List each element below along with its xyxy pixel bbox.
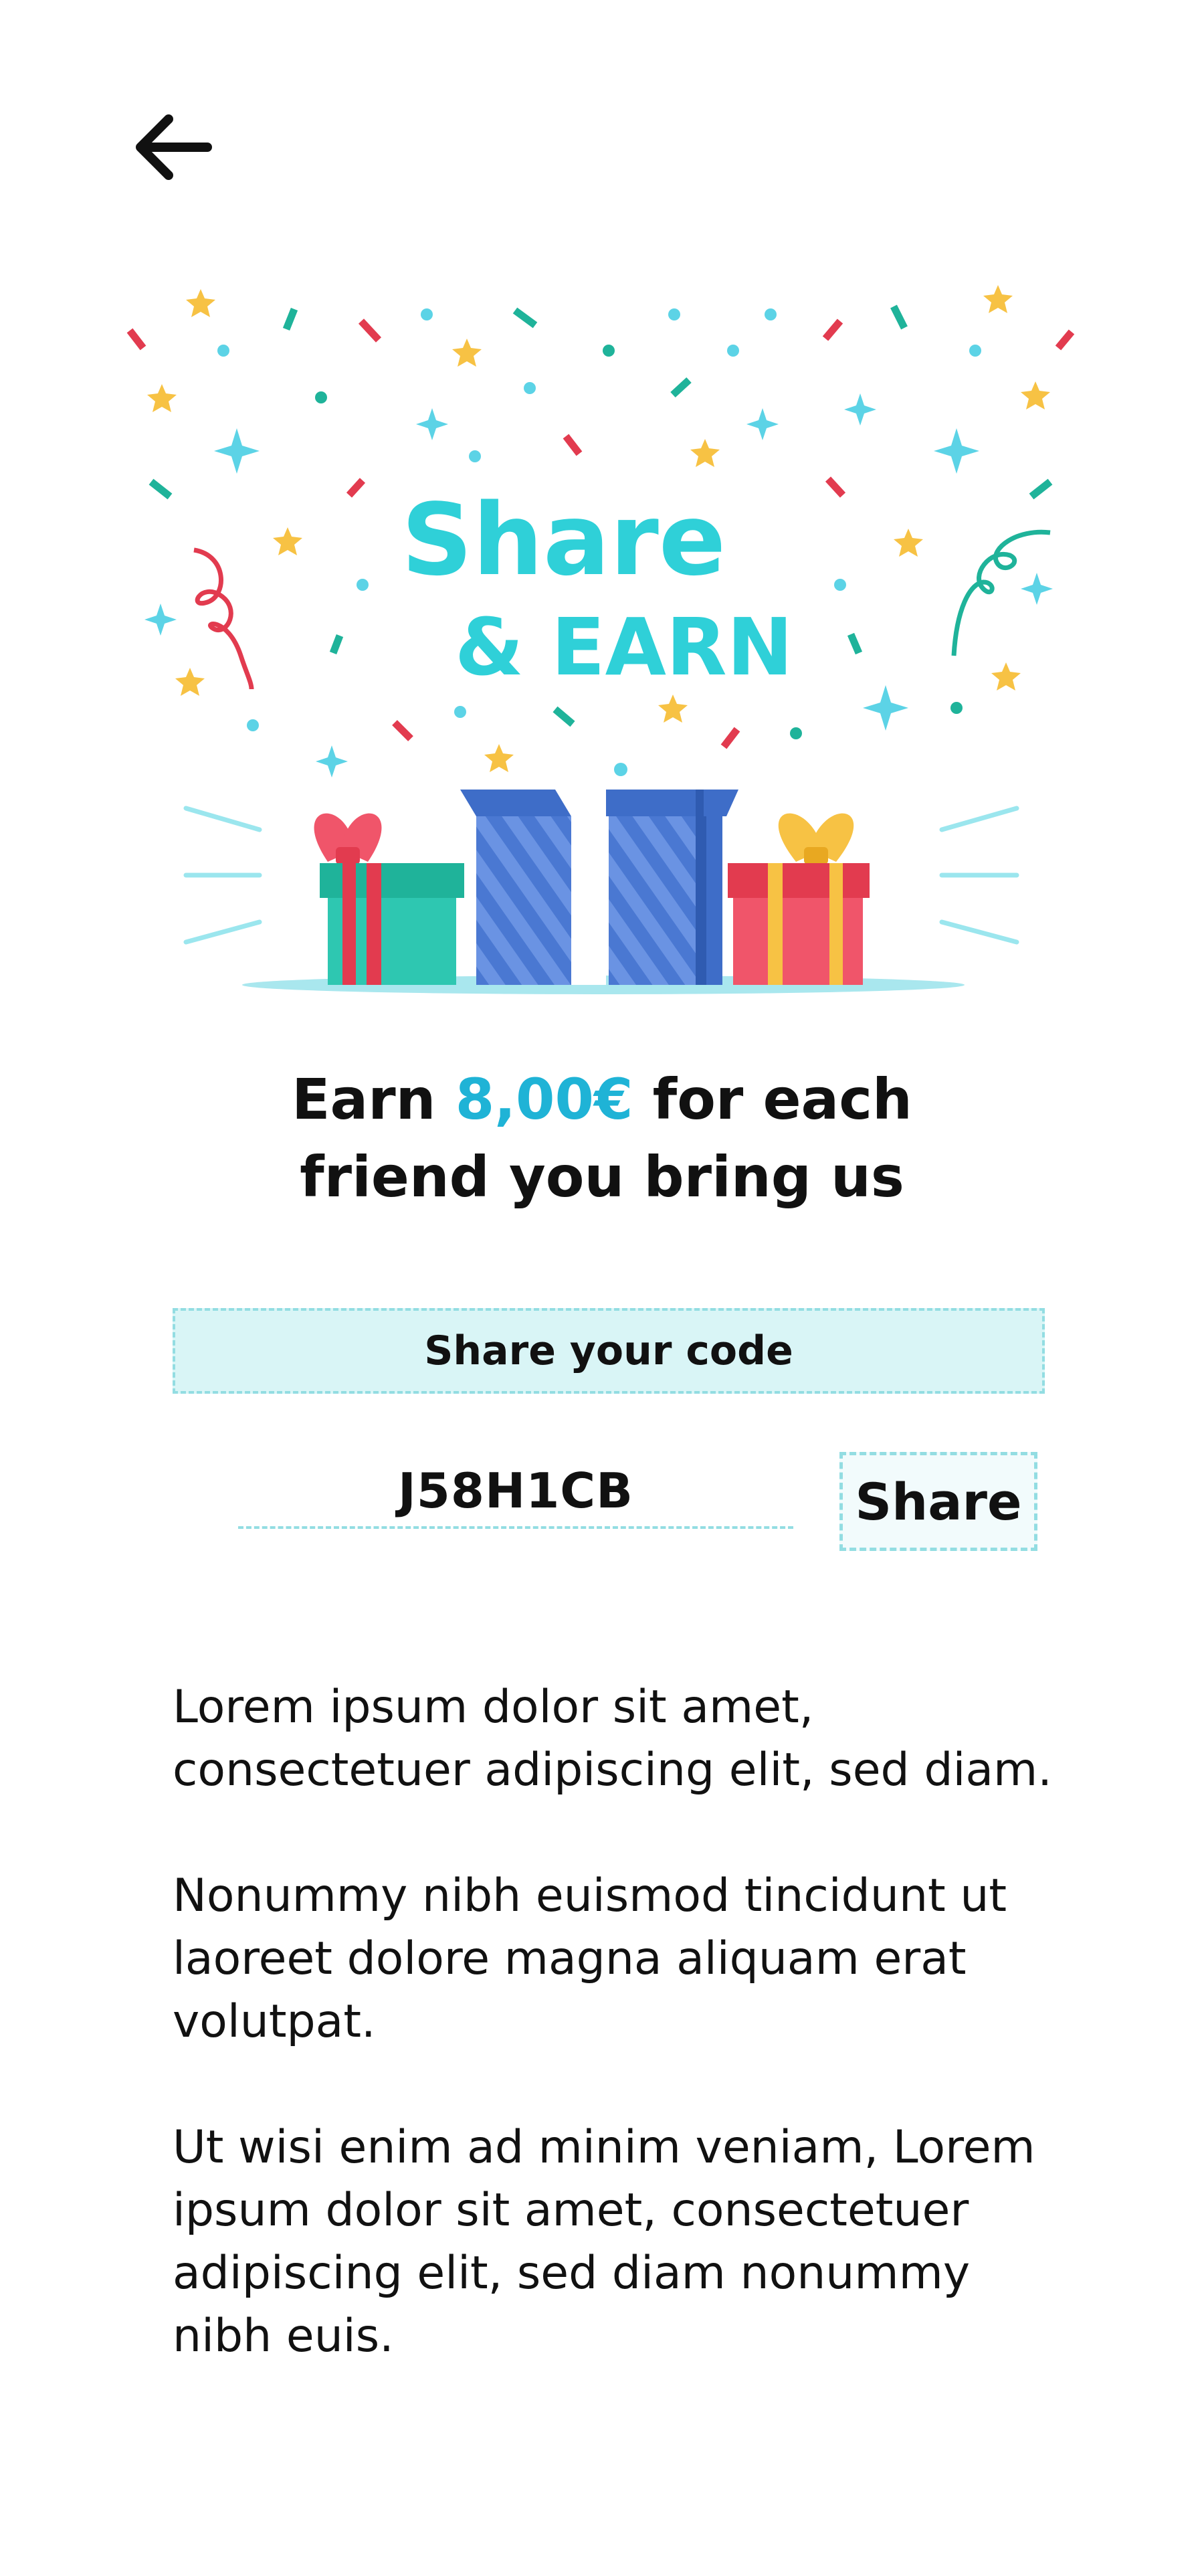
earn-headline: Earn 8,00€ for each friend you bring us [0,1061,1204,1216]
headline-line2: friend you bring us [300,1144,904,1210]
logo-line-earn: & EARN [455,601,793,693]
gift-red [728,813,870,985]
logo-line-share: Share [401,482,726,597]
gift-blue [460,790,738,985]
description-paragraph: Lorem ipsum dolor sit amet, consectetuer… [173,1681,1052,1797]
description-paragraph: Nonummy nibh euismod tincidunt ut laoree… [173,1869,1007,2048]
headline-suffix: for each [633,1067,912,1132]
reward-amount: 8,00€ [455,1067,633,1132]
back-button[interactable] [120,100,221,194]
headline-prefix: Earn [292,1067,456,1132]
share-button[interactable]: Share [839,1452,1037,1551]
streamer-red [193,547,254,690]
referral-code-field[interactable]: J58H1CB [238,1455,793,1529]
description-paragraph: Ut wisi enim ad minim veniam, Lorem ipsu… [173,2121,1035,2363]
share-code-banner: Share your code [173,1308,1045,1394]
share-earn-illustration: Share & EARN [126,281,1077,1017]
description-text: Lorem ipsum dolor sit amet, consectetuer… [173,1676,1062,2431]
gift-green [314,813,464,985]
arrow-left-icon [136,114,212,180]
confetti-gifts-graphic: Share & EARN [126,285,1075,994]
